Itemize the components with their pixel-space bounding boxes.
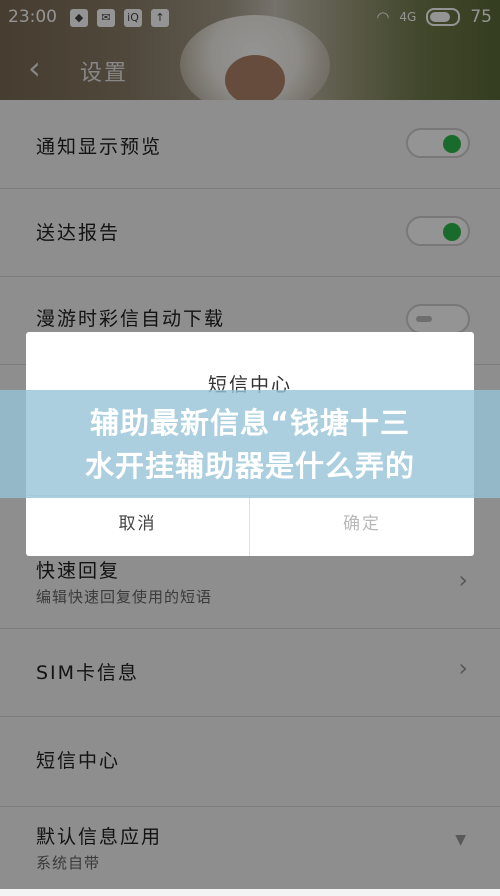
confirm-button[interactable]: 确定 <box>250 496 474 556</box>
banner-line-1: 辅助最新信息“钱塘十三 <box>89 406 411 440</box>
banner-line-2: 水开挂辅助器是什么弄的 <box>84 449 415 483</box>
headline-banner: 辅助最新信息“钱塘十三 水开挂辅助器是什么弄的 <box>0 390 500 498</box>
cancel-button[interactable]: 取消 <box>26 496 250 556</box>
banner-text: 辅助最新信息“钱塘十三 水开挂辅助器是什么弄的 <box>0 402 500 488</box>
dialog-button-bar: 取消 确定 <box>26 495 474 556</box>
